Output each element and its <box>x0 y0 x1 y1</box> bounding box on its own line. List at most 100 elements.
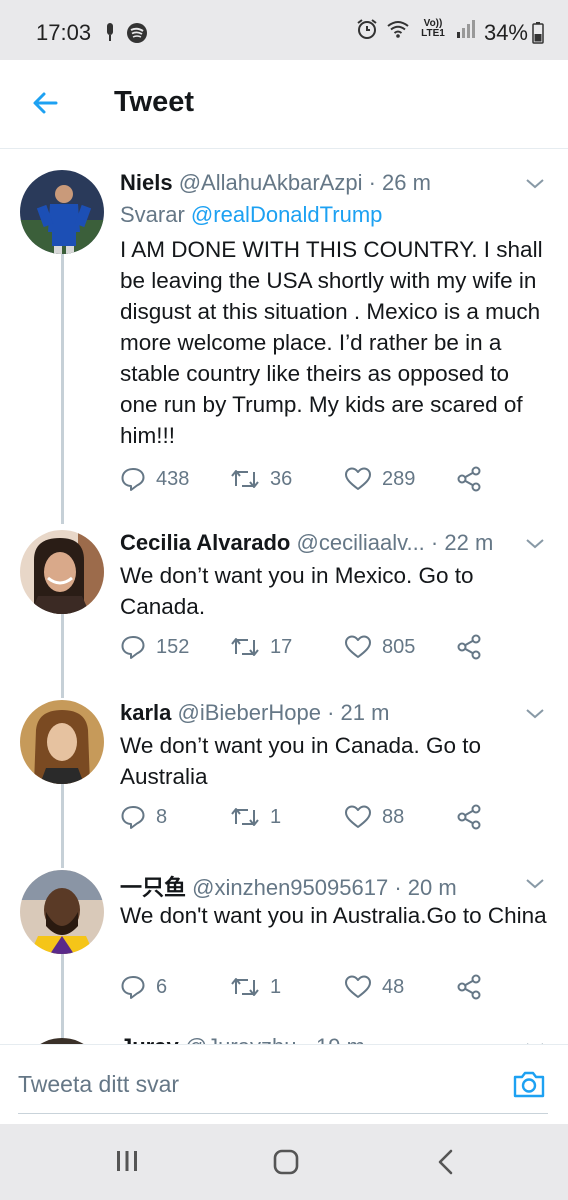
battery-icon <box>532 22 544 44</box>
like-button[interactable]: 48 <box>344 974 404 1000</box>
tweet-header: 一只鱼 @xinzhen95095617 · 20 m <box>120 870 457 902</box>
spotify-icon <box>127 23 147 43</box>
recent-apps-icon[interactable] <box>114 1148 140 1174</box>
compose-bar: Tweeta ditt svar <box>0 1044 568 1125</box>
tweet-header: karla @iBieberHope · 21 m <box>120 700 389 726</box>
reply-count: 438 <box>156 467 190 490</box>
retweet-icon <box>231 978 259 996</box>
tweet-header: Cecilia Alvarado @ceciliaalv... · 22 m <box>120 530 493 556</box>
alarm-icon <box>357 19 377 39</box>
like-count: 289 <box>382 467 416 490</box>
share-icon <box>457 804 481 830</box>
retweet-icon <box>231 470 259 488</box>
reply-button[interactable]: 438 <box>120 466 189 492</box>
system-nav-bar <box>0 1124 568 1200</box>
reply-handle[interactable]: @realDonaldTrump <box>191 202 382 227</box>
like-button[interactable]: 289 <box>344 466 415 492</box>
user-handle[interactable]: @ceciliaalv... <box>297 530 425 555</box>
input-underline <box>18 1113 548 1114</box>
user-handle[interactable]: @xinzhen95095617 <box>192 875 388 900</box>
avatar[interactable] <box>20 700 104 784</box>
user-name[interactable]: 一只鱼 <box>120 875 186 900</box>
status-bar: 17:03 Vo)) LTE1 34% <box>0 0 568 60</box>
user-name[interactable]: Niels <box>120 170 173 195</box>
retweet-button[interactable]: 17 <box>230 634 292 660</box>
retweet-button[interactable]: 36 <box>230 466 292 492</box>
tweet-text: We don’t want you in Mexico. Go to Canad… <box>120 563 474 619</box>
chevron-down-icon[interactable] <box>524 532 546 554</box>
tweet-card[interactable]: Cecilia Alvarado @ceciliaalv... · 22 m W… <box>0 508 568 678</box>
avatar[interactable] <box>20 170 104 254</box>
retweet-button[interactable]: 1 <box>230 974 281 1000</box>
microphone-icon <box>107 23 113 41</box>
reply-button[interactable]: 8 <box>120 804 167 830</box>
retweet-count: 1 <box>270 975 282 998</box>
tweet-card[interactable]: karla @iBieberHope · 21 m We don’t want … <box>0 678 568 848</box>
tweet-actions: 152 17 805 <box>120 634 540 664</box>
tweet-text: We don’t want you in Canada. Go to Austr… <box>120 733 482 789</box>
share-button[interactable] <box>456 466 482 492</box>
tweet-time: · 21 m <box>327 700 390 725</box>
tweet-card[interactable]: 一只鱼 @xinzhen95095617 · 20 m We don't wan… <box>0 848 568 1018</box>
share-icon <box>457 634 481 660</box>
reply-icon <box>121 976 145 999</box>
home-icon[interactable] <box>272 1148 300 1176</box>
chevron-down-icon[interactable] <box>524 872 546 894</box>
heart-icon <box>345 975 371 998</box>
lte-indicator: Vo)) LTE1 <box>421 18 445 39</box>
user-handle[interactable]: @AllahuAkbarAzpi <box>179 170 363 195</box>
tweet-card[interactable]: Niels @AllahuAkbarAzpi · 26 m Svarar @re… <box>0 148 568 508</box>
tweet-header: Niels @AllahuAkbarAzpi · 26 m <box>120 170 431 196</box>
avatar[interactable] <box>20 870 104 954</box>
reply-button[interactable]: 6 <box>120 974 167 1000</box>
arrow-left-icon[interactable] <box>30 88 60 118</box>
share-button[interactable] <box>456 974 482 1000</box>
reply-icon <box>121 636 145 659</box>
reply-context: Svarar @realDonaldTrump <box>120 202 382 228</box>
retweet-icon <box>231 638 259 656</box>
like-count: 805 <box>382 635 416 658</box>
user-name[interactable]: Juray <box>120 1034 179 1044</box>
tweet-actions: 6 1 48 <box>120 974 540 1004</box>
signal-icon <box>457 20 475 38</box>
chevron-down-icon[interactable] <box>524 172 546 194</box>
heart-icon <box>345 805 371 828</box>
reply-icon <box>121 806 145 829</box>
share-button[interactable] <box>456 804 482 830</box>
avatar[interactable] <box>20 530 104 614</box>
retweet-count: 1 <box>270 805 282 828</box>
status-right-icons: Vo)) LTE1 <box>356 18 476 40</box>
reply-count: 6 <box>156 975 168 998</box>
reply-button[interactable]: 152 <box>120 634 189 660</box>
back-nav-icon[interactable] <box>434 1148 458 1176</box>
heart-icon <box>345 635 371 658</box>
tweet-text: I AM DONE WITH THIS COUNTRY. I shall be … <box>120 237 543 448</box>
user-name[interactable]: Cecilia Alvarado <box>120 530 290 555</box>
tweet-time: · 26 m <box>368 170 431 195</box>
heart-icon <box>345 467 371 490</box>
user-handle[interactable]: @Jurayzhu <box>185 1034 297 1044</box>
battery: 34% <box>484 20 544 46</box>
wifi-icon <box>387 21 409 38</box>
retweet-count: 17 <box>270 635 293 658</box>
tweet-time: · 19 m <box>303 1034 365 1044</box>
app-header: Tweet <box>0 60 568 149</box>
user-name[interactable]: karla <box>120 700 171 725</box>
tweet-text: We don't want you in Australia.Go to Chi… <box>120 903 547 928</box>
reply-count: 8 <box>156 805 168 828</box>
reply-prefix: Svarar <box>120 202 191 227</box>
like-button[interactable]: 88 <box>344 804 404 830</box>
reply-input[interactable]: Tweeta ditt svar <box>18 1071 179 1098</box>
chevron-down-icon[interactable] <box>524 702 546 724</box>
like-button[interactable]: 805 <box>344 634 415 660</box>
tweet-time: · 22 m <box>430 530 494 555</box>
tweet-actions: 438 36 289 <box>120 466 540 496</box>
retweet-icon <box>231 808 259 826</box>
tweet-card[interactable]: Juray @Jurayzhu · 19 m <box>0 1018 568 1044</box>
user-handle[interactable]: @iBieberHope <box>178 700 321 725</box>
retweet-button[interactable]: 1 <box>230 804 281 830</box>
camera-icon[interactable] <box>512 1067 546 1101</box>
chevron-down-icon[interactable] <box>524 1036 546 1044</box>
retweet-count: 36 <box>270 467 293 490</box>
share-button[interactable] <box>456 634 482 660</box>
